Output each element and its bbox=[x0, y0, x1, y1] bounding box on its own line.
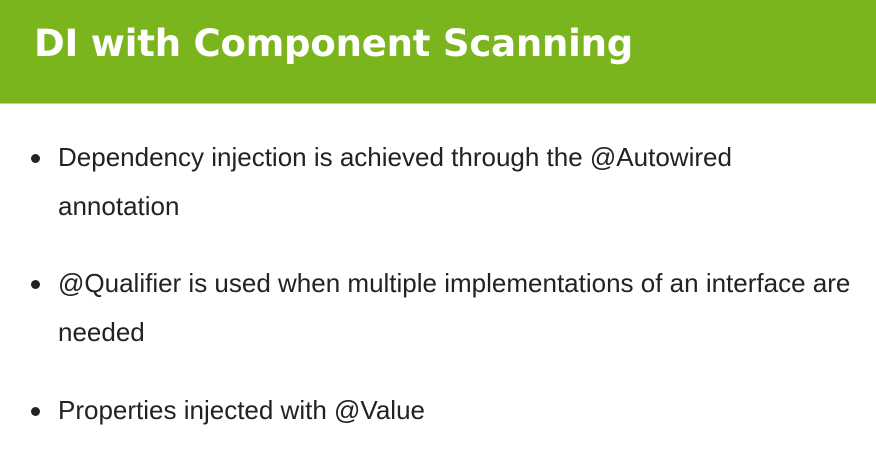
bullet-text: Dependency injection is achieved through… bbox=[58, 142, 732, 221]
bullet-text: Properties injected with @Value bbox=[58, 395, 425, 425]
bullet-text: @Qualifier is used when multiple impleme… bbox=[58, 268, 851, 347]
slide-title: DI with Component Scanning bbox=[34, 22, 634, 65]
bullet-point-icon bbox=[31, 407, 40, 416]
slide: DI with Component Scanning Dependency in… bbox=[0, 0, 876, 475]
bullet-point-icon bbox=[31, 154, 40, 163]
bullet-point-icon bbox=[31, 280, 40, 289]
title-bar: DI with Component Scanning bbox=[0, 0, 876, 104]
